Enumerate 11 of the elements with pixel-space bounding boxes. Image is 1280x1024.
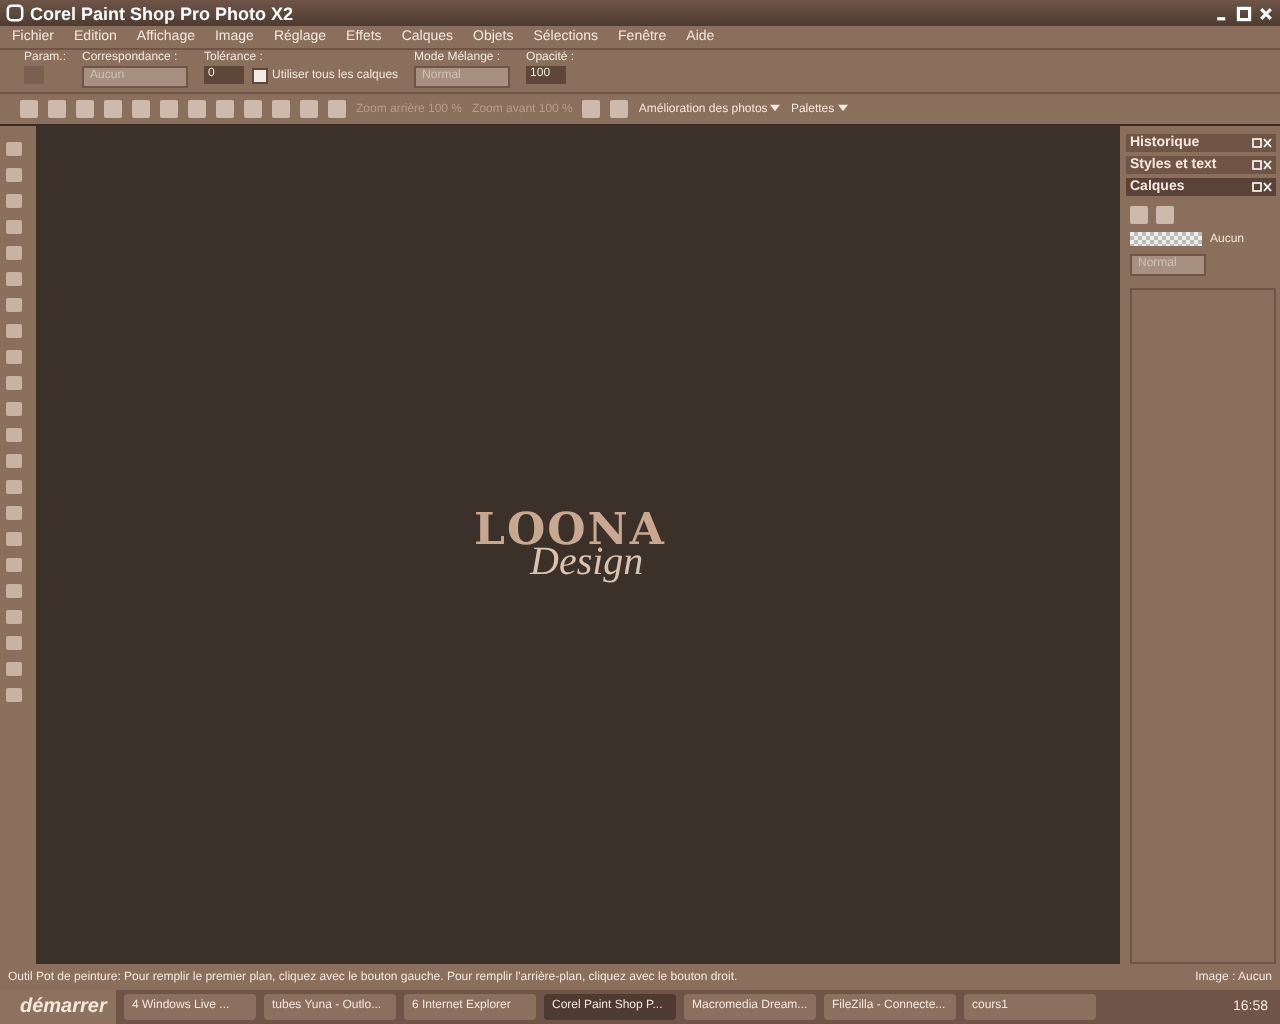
caret-icon[interactable]: [770, 103, 781, 111]
panel-controls-icon[interactable]: [1252, 160, 1272, 170]
panel-controls-icon[interactable]: [1252, 182, 1272, 192]
app-icon: [6, 4, 24, 22]
window-title: Corel Paint Shop Pro Photo X2: [30, 3, 294, 23]
start-button[interactable]: démarrer: [0, 990, 116, 1024]
caret-icon[interactable]: [837, 103, 848, 111]
maximize-icon[interactable]: [1236, 5, 1252, 21]
close-icon[interactable]: [1258, 5, 1274, 21]
checker-swatch: [1130, 232, 1202, 246]
panel-controls-icon[interactable]: [1252, 138, 1272, 148]
